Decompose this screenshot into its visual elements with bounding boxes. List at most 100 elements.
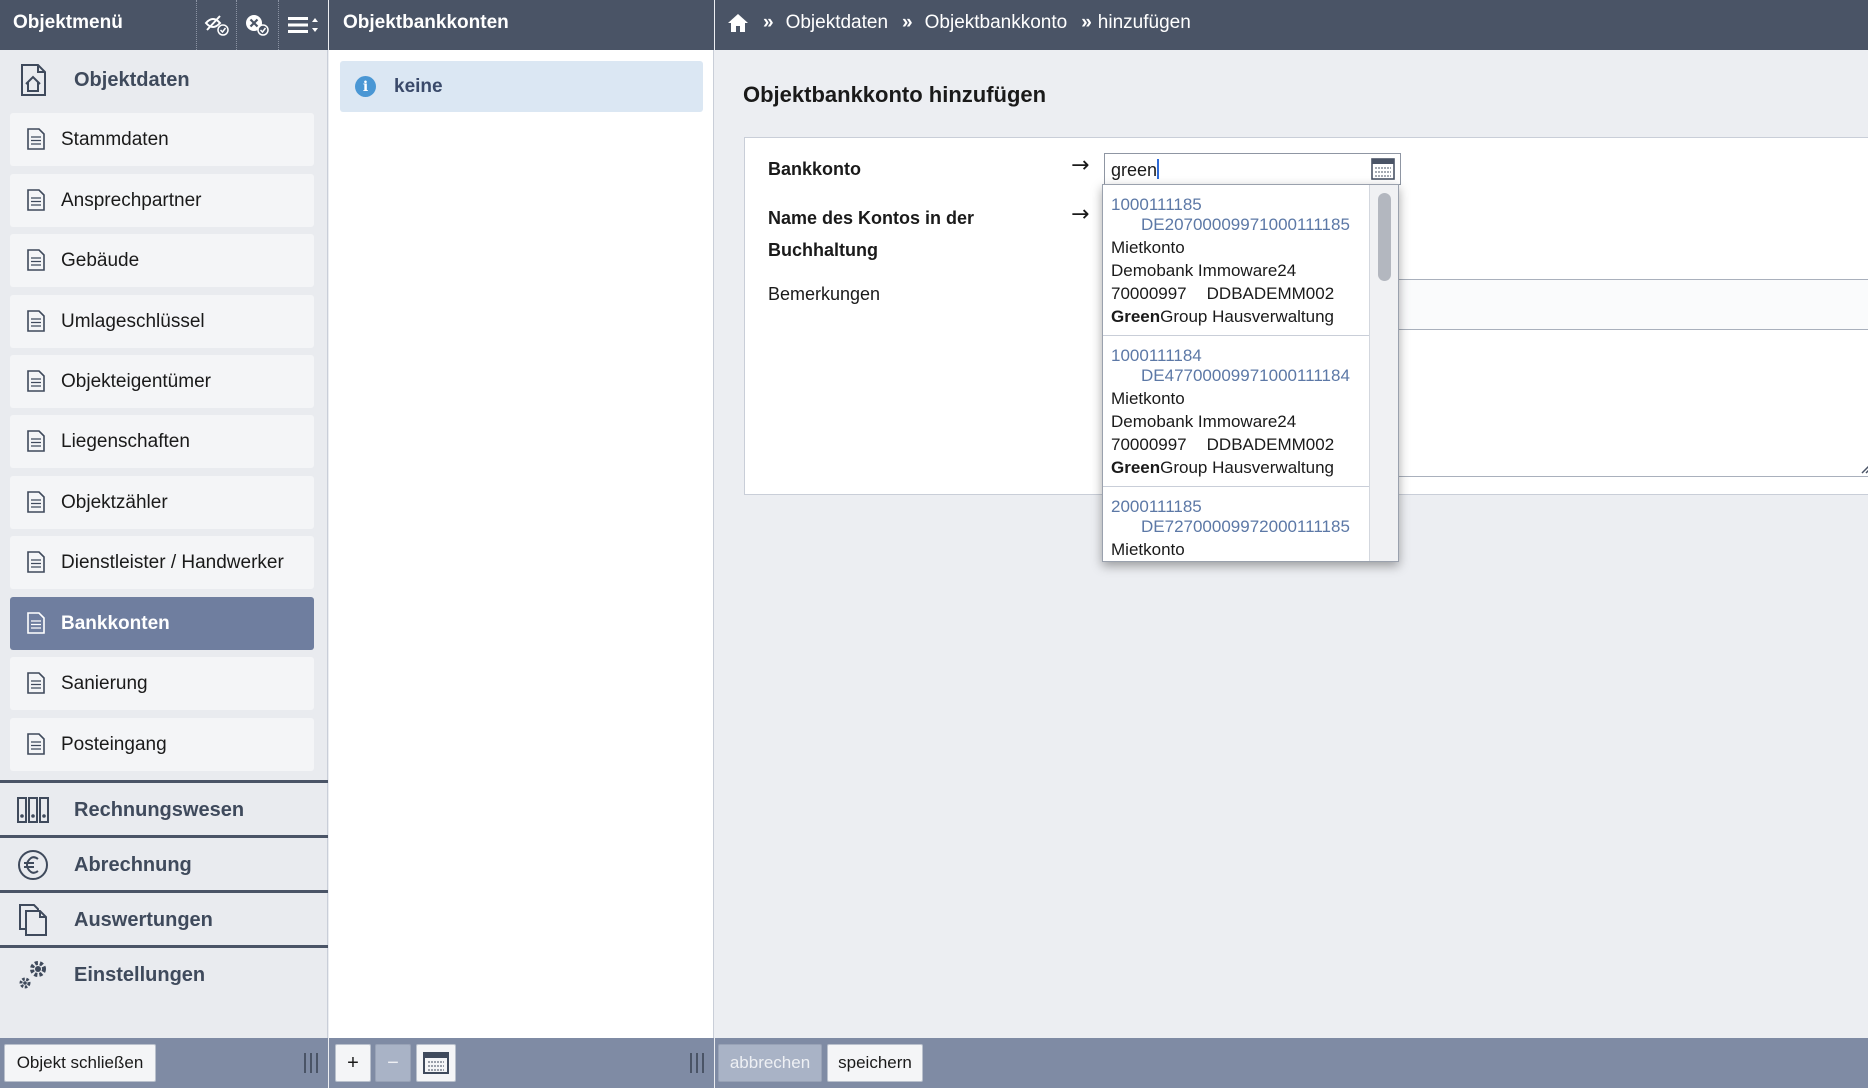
euro-icon	[18, 850, 48, 880]
menu-item-label: Liegenschaften	[61, 431, 190, 452]
resize-grip[interactable]	[690, 1053, 704, 1073]
kontoname-label-line: Name des Kontos in der	[768, 208, 975, 228]
owner-match: Green	[1111, 307, 1161, 326]
bank-accounts-panel: Objektbankkonten i keine + −	[329, 0, 714, 1088]
breadcrumb-current: hinzufügen	[1097, 12, 1191, 33]
list-sort-icon[interactable]	[278, 0, 328, 50]
remove-button[interactable]: −	[375, 1044, 411, 1082]
info-icon: i	[355, 76, 376, 97]
dropdown-scrollbar[interactable]	[1369, 185, 1398, 561]
account-blz: 70000997	[1111, 435, 1187, 454]
owner-rest: Group Hausverwaltung	[1160, 307, 1335, 326]
section-objektdaten[interactable]: Objektdaten	[0, 53, 328, 107]
menu-item[interactable]: Posteingang	[10, 718, 314, 771]
cancel-button[interactable]: abbrechen	[718, 1044, 822, 1082]
document-icon	[27, 430, 45, 452]
account-bic: DDBADEMM002	[1206, 435, 1335, 454]
text-caret	[1157, 159, 1160, 179]
section-label: Einstellungen	[74, 964, 206, 986]
account-owner: GreenGroup Hausverwaltung	[1111, 456, 1361, 479]
page-title: Objektbankkonto hinzufügen	[743, 82, 1047, 107]
bank-name: Demobank Immoware24	[1111, 561, 1361, 562]
menu-item-label: Umlageschlüssel	[61, 311, 205, 332]
info-text: keine	[394, 76, 443, 97]
object-menu-title: Objektmenü	[13, 12, 123, 33]
menu-item[interactable]: Ansprechpartner	[10, 174, 314, 227]
section-abrechnung[interactable]: Abrechnung	[0, 835, 328, 889]
resize-handle-icon[interactable]	[1860, 462, 1868, 474]
close-check-icon[interactable]	[236, 0, 276, 50]
owner-rest: Group Hausverwaltung	[1160, 458, 1335, 477]
document-icon	[27, 310, 45, 332]
table-icon	[423, 1052, 449, 1074]
document-icon	[27, 370, 45, 392]
bankkonto-input-value: green	[1111, 160, 1158, 180]
menu-item[interactable]: Gebäude	[10, 234, 314, 287]
save-button[interactable]: speichern	[827, 1044, 923, 1082]
breadcrumb-objektdaten[interactable]: Objektdaten	[786, 12, 888, 34]
autocomplete-list: 1000111185 DE20700009971000111185 Mietkont…	[1103, 185, 1369, 562]
form-footer: abbrechen speichern	[715, 1038, 1868, 1088]
scrollbar-thumb[interactable]	[1378, 193, 1391, 281]
section-auswertungen[interactable]: Auswertungen	[0, 890, 328, 944]
document-icon	[27, 491, 45, 513]
object-menu-header: Objektmenü	[0, 0, 328, 50]
required-arrow-icon: →	[1071, 202, 1090, 227]
account-iban: DE72700009972000111185	[1141, 517, 1350, 536]
autocomplete-option[interactable]: 1000111185 DE20700009971000111185 Mietkont…	[1103, 185, 1369, 336]
menu-item-label: Stammdaten	[61, 129, 169, 150]
account-type: Mietkonto	[1111, 238, 1185, 257]
bankkonto-label: Bankkonto	[768, 159, 862, 179]
menu-item[interactable]: Umlageschlüssel	[10, 295, 314, 348]
menu-item[interactable]: Objektzähler	[10, 476, 314, 529]
document-icon	[27, 612, 45, 634]
menu-item-label: Bankkonten	[61, 613, 170, 634]
section-einstellungen[interactable]: Einstellungen	[0, 945, 328, 999]
breadcrumb-objektbankkonto[interactable]: Objektbankkonto	[925, 12, 1068, 34]
breadcrumb-separator: »	[763, 12, 774, 33]
bank-name: Demobank Immoware24	[1111, 261, 1297, 280]
kontoname-label-line: Buchhaltung	[768, 240, 878, 260]
owner-match: Green	[1111, 458, 1161, 477]
menu-item[interactable]: Dienstleister / Handwerker	[10, 536, 314, 589]
menu-item[interactable]: Objekteigentümer	[10, 355, 314, 408]
menu-item[interactable]: Liegenschaften	[10, 415, 314, 468]
autocomplete-option[interactable]: 2000111185 DE72700009972000111185 Mietkont…	[1103, 487, 1369, 562]
breadcrumb-separator: »	[1081, 12, 1092, 33]
menu-item-label: Ansprechpartner	[61, 190, 202, 211]
bank-codes: 70000997 DDBADEMM002	[1111, 433, 1361, 456]
binders-icon	[17, 797, 49, 823]
add-button[interactable]: +	[335, 1044, 371, 1082]
menu-item[interactable]: Sanierung	[10, 657, 314, 710]
bank-accounts-footer: + −	[329, 1038, 714, 1088]
bankkonto-input[interactable]: green	[1104, 153, 1401, 185]
document-icon	[27, 551, 45, 573]
account-blz: 70000997	[1111, 284, 1187, 303]
menu-item[interactable]: Stammdaten	[10, 113, 314, 166]
menu-item-label: Objekteigentümer	[61, 371, 211, 392]
documents-icon	[19, 904, 47, 936]
close-object-button[interactable]: Objekt schließen	[4, 1044, 156, 1082]
home-icon[interactable]	[727, 13, 749, 33]
resize-grip[interactable]	[304, 1053, 318, 1073]
visibility-check-icon[interactable]	[196, 0, 236, 50]
section-label: Rechnungswesen	[74, 799, 245, 821]
account-owner: GreenGroup Hausverwaltung	[1111, 305, 1361, 328]
section-label: Objektdaten	[74, 69, 190, 91]
account-type: Mietkonto	[1111, 540, 1185, 559]
menu-item[interactable]: Bankkonten	[10, 597, 314, 650]
table-view-button[interactable]	[416, 1044, 456, 1082]
object-menu-panel: Objektmenü Objektdaten Stammdaten Ansprec…	[0, 0, 328, 1088]
bankkonto-autocomplete-dropdown: 1000111185 DE20700009971000111185 Mietkont…	[1102, 184, 1399, 562]
required-arrow-icon: →	[1071, 153, 1090, 178]
bank-codes: 70000997 DDBADEMM002	[1111, 282, 1361, 305]
autocomplete-option[interactable]: 1000111184 DE47700009971000111184 Mietkont…	[1103, 336, 1369, 487]
section-rechnungswesen[interactable]: Rechnungswesen	[0, 780, 328, 834]
document-icon	[27, 249, 45, 271]
account-iban: DE47700009971000111184	[1141, 366, 1350, 385]
bank-account-lookup-icon[interactable]	[1371, 158, 1395, 180]
house-doc-icon	[21, 64, 46, 96]
breadcrumb-header: » Objektdaten » Objektbankkonto » hinzuf…	[715, 0, 1868, 50]
breadcrumb-separator: »	[902, 12, 913, 33]
menu-item-label: Posteingang	[61, 734, 167, 755]
